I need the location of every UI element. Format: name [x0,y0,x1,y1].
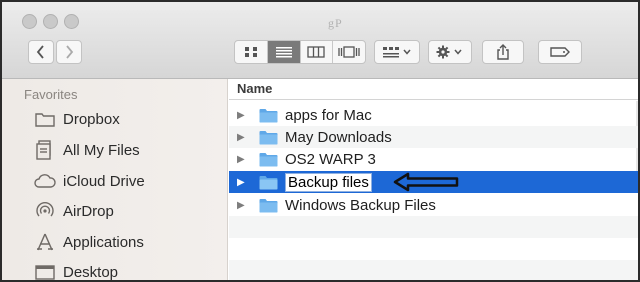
column-header-name[interactable]: Name [229,79,638,100]
zoom-window-button[interactable] [64,14,79,29]
sidebar: Favorites Dropbox All My Files iCloud Dr… [2,79,228,281]
applications-icon [34,231,56,253]
list-view-button[interactable] [267,41,301,63]
file-name: Windows Backup Files [285,196,436,214]
folder-icon [34,108,56,130]
empty-row [229,260,638,280]
file-row-may-downloads[interactable]: ▶ May Downloads [229,126,638,148]
icon-view-icon [244,47,257,57]
rename-field[interactable]: Backup files [285,172,372,192]
file-row-backup-files[interactable]: ▶ Backup files [229,171,638,193]
sidebar-item-all-my-files[interactable]: All My Files [2,136,228,164]
sidebar-item-label: All My Files [63,141,140,159]
arrange-button[interactable] [374,40,420,64]
empty-row [229,216,638,238]
tag-icon [550,47,570,57]
folder-icon [259,152,278,167]
folder-icon [259,198,278,213]
file-name: apps for Mac [285,106,372,124]
column-view-icon [307,46,326,58]
folder-icon [259,130,278,145]
view-mode-switcher [234,40,366,64]
tags-button[interactable] [538,40,582,64]
file-row-apps-for-mac[interactable]: ▶ apps for Mac [229,104,638,126]
minimize-window-button[interactable] [43,14,58,29]
disclosure-triangle-icon[interactable]: ▶ [237,132,249,143]
share-button[interactable] [482,40,524,64]
column-view-button[interactable] [301,41,334,63]
disclosure-triangle-icon[interactable]: ▶ [237,154,249,165]
forward-button[interactable] [56,40,82,64]
sidebar-item-label: Applications [63,233,144,251]
airdrop-icon [34,200,56,222]
sidebar-item-airdrop[interactable]: AirDrop [2,197,228,225]
file-row-windows-backup-files[interactable]: ▶ Windows Backup Files [229,194,638,216]
chevron-right-icon [66,45,74,59]
annotation-arrow-icon [393,172,459,192]
sidebar-item-icloud-drive[interactable]: iCloud Drive [2,167,228,195]
cover-flow-view-button[interactable] [333,41,365,63]
icon-view-button[interactable] [235,41,268,63]
arrange-grid-icon [383,47,411,58]
file-name: May Downloads [285,128,392,146]
disclosure-triangle-icon[interactable]: ▶ [237,177,249,188]
folder-icon [259,175,278,190]
disclosure-triangle-icon[interactable]: ▶ [237,200,249,211]
sidebar-item-applications[interactable]: Applications [2,228,228,256]
close-window-button[interactable] [22,14,37,29]
file-row-os2-warp-3[interactable]: ▶ OS2 WARP 3 [229,148,638,170]
sidebar-section-title: Favorites [24,87,78,102]
toolbar: gP [2,2,638,79]
action-button[interactable] [428,40,472,64]
empty-row [229,238,638,260]
chevron-left-icon [36,45,44,59]
cloud-icon [34,170,56,192]
folder-icon [259,108,278,123]
disclosure-triangle-icon[interactable]: ▶ [237,110,249,121]
list-view-icon [275,47,292,58]
file-list: Name ▶ apps for Mac ▶ May Downloads ▶ OS… [229,79,638,280]
share-icon [497,44,509,60]
sidebar-item-desktop[interactable]: Desktop [2,258,228,281]
document-stack-icon [34,139,56,161]
gear-icon [436,45,462,59]
sidebar-item-label: Dropbox [63,110,120,128]
desktop-icon [34,261,56,280]
file-name: OS2 WARP 3 [285,150,376,168]
finder-window: gP Favorites Dropbox All My Files iCloud… [0,0,640,282]
sidebar-item-label: Desktop [63,263,119,281]
back-button[interactable] [28,40,54,64]
watermark: gP [328,16,343,30]
sidebar-item-label: AirDrop [63,202,114,220]
sidebar-item-dropbox[interactable]: Dropbox [2,105,228,133]
cover-flow-icon [338,46,360,58]
sidebar-item-label: iCloud Drive [63,172,145,190]
